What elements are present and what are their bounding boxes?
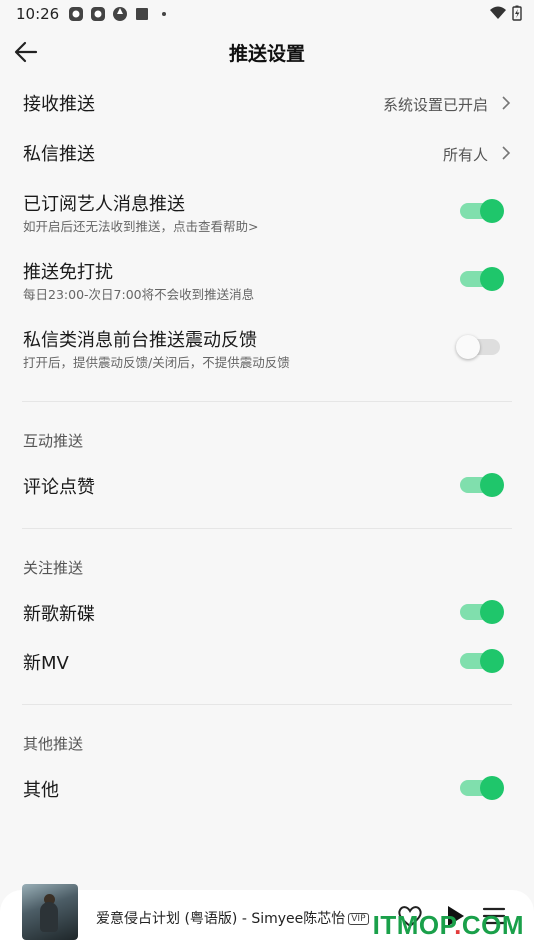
toggle-knob (480, 199, 504, 223)
row-label: 私信类消息前台推送震动反馈 (23, 330, 257, 351)
album-cover[interactable] (22, 884, 78, 940)
row-label: 评论点赞 (23, 477, 95, 498)
chevron-right-icon (502, 96, 511, 110)
page-title: 推送设置 (228, 43, 305, 65)
setting-row-artist-push[interactable]: 已订阅艺人消息推送 如开启后还无法收到推送，点击查看帮助> (0, 180, 534, 244)
chevron-right-icon (502, 146, 511, 160)
row-value: 所有人 (442, 146, 488, 164)
row-sublabel[interactable]: 如开启后还无法收到推送，点击查看帮助> (23, 216, 258, 235)
divider (22, 704, 512, 705)
square-icon (136, 8, 148, 20)
toggle-knob (480, 267, 504, 291)
status-bar: 10:26 (0, 0, 534, 28)
setting-row-receive-push[interactable]: 接收推送 系统设置已开启 (0, 76, 534, 130)
dnd-toggle[interactable] (460, 267, 504, 291)
song-name: 爱意侵占计划 (粤语版) - Simyee陈芯怡 (96, 911, 346, 927)
toggle-knob (480, 649, 504, 673)
watermark-logo: ITMOP.COM (373, 910, 524, 941)
row-label: 其他 (23, 780, 59, 801)
notification-icons (68, 6, 172, 22)
toggle-knob (480, 473, 504, 497)
comment-like-toggle[interactable] (460, 473, 504, 497)
setting-row-new-songs[interactable]: 新歌新碟 (0, 587, 534, 637)
toggle-knob (480, 600, 504, 624)
wifi-icon (490, 6, 506, 19)
watermark-suffix: COM (461, 910, 524, 940)
row-label: 接收推送 (23, 94, 95, 115)
vip-badge: VIP (348, 913, 369, 925)
now-playing-title: 爱意侵占计划 (粤语版) - Simyee陈芯怡 VIP (96, 908, 369, 928)
row-label: 新MV (23, 653, 69, 674)
row-label: 已订阅艺人消息推送 (23, 194, 185, 215)
section-title-interaction: 互动推送 (23, 432, 84, 450)
divider (22, 528, 512, 529)
setting-row-other[interactable]: 其他 (0, 763, 534, 813)
new-mv-toggle[interactable] (460, 649, 504, 673)
row-label: 推送免打扰 (23, 262, 113, 283)
section-title-other: 其他推送 (23, 735, 84, 753)
new-songs-toggle[interactable] (460, 600, 504, 624)
nav-bar: 推送设置 (0, 28, 534, 76)
toggle-knob (480, 776, 504, 800)
watermark-dot: . (454, 910, 462, 940)
setting-row-dm-push[interactable]: 私信推送 所有人 (0, 126, 534, 180)
watermark-prefix: ITMOP (372, 910, 455, 940)
row-sublabel: 每日23:00-次日7:00将不会收到推送消息 (23, 287, 255, 302)
battery-icon (512, 5, 522, 21)
setting-row-vibration[interactable]: 私信类消息前台推送震动反馈 打开后，提供震动反馈/关闭后，不提供震动反馈 (0, 316, 534, 380)
setting-row-comment-like[interactable]: 评论点赞 (0, 460, 534, 510)
row-label: 新歌新碟 (23, 604, 95, 625)
vibration-toggle[interactable] (456, 335, 500, 359)
section-title-follow: 关注推送 (23, 559, 84, 577)
divider (22, 401, 512, 402)
row-value: 系统设置已开启 (382, 96, 488, 114)
dot-icon (162, 12, 166, 16)
app-notification-icon (91, 7, 105, 21)
cover-figure (40, 902, 58, 932)
toggle-knob (456, 335, 480, 359)
artist-push-toggle[interactable] (460, 199, 504, 223)
aperture-icon (113, 7, 127, 21)
setting-row-new-mv[interactable]: 新MV (0, 636, 534, 686)
status-time: 10:26 (16, 5, 60, 23)
other-toggle[interactable] (460, 776, 504, 800)
app-notification-icon (69, 7, 83, 21)
row-sublabel: 打开后，提供震动反馈/关闭后，不提供震动反馈 (23, 355, 290, 370)
setting-row-dnd[interactable]: 推送免打扰 每日23:00-次日7:00将不会收到推送消息 (0, 248, 534, 312)
row-label: 私信推送 (23, 144, 95, 165)
